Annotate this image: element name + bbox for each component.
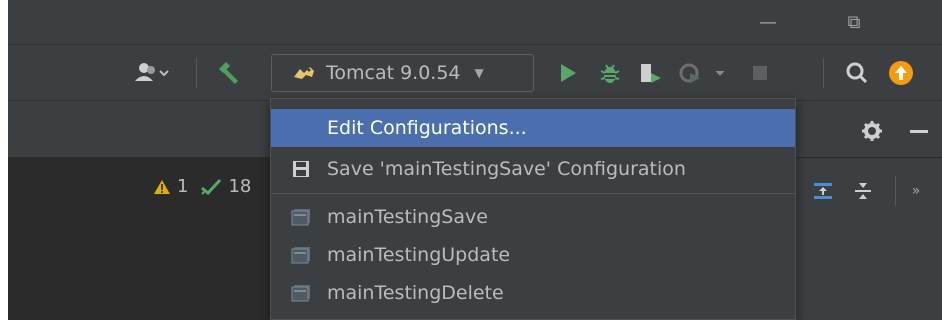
menu-item-main-testing-save[interactable]: mainTestingSave	[271, 198, 795, 236]
menu-item-label: mainTestingSave	[327, 206, 488, 228]
coverage-icon	[641, 64, 661, 83]
application-config-icon	[291, 283, 311, 303]
window-edge	[0, 0, 8, 320]
warning-count: 1	[177, 176, 189, 197]
title-bar: — ⧉	[8, 0, 942, 44]
menu-item-label: Save 'mainTestingSave' Configuration	[327, 158, 686, 180]
chevron-double-right-icon: »	[911, 183, 921, 199]
expand-all-icon	[814, 183, 832, 199]
search-icon	[846, 62, 868, 84]
inspection-widget[interactable]: 1 18	[153, 176, 251, 197]
save-icon	[291, 159, 311, 179]
minimize-icon: —	[759, 11, 777, 33]
side-panel: »	[795, 158, 942, 320]
minimize-panel-icon	[910, 130, 928, 133]
update-icon	[889, 61, 913, 85]
blank-icon	[291, 118, 311, 138]
stop-icon	[753, 66, 767, 80]
application-config-icon	[291, 207, 311, 227]
check-count: 18	[228, 176, 252, 197]
menu-item-edit-configurations[interactable]: Edit Configurations...	[271, 109, 795, 147]
run-button[interactable]	[554, 59, 582, 87]
toolbar-separator	[196, 58, 197, 88]
warning-icon	[154, 179, 170, 194]
debug-icon	[600, 64, 620, 83]
main-toolbar: Tomcat 9.0.54 ▼	[8, 44, 942, 100]
menu-separator	[271, 193, 795, 194]
profile-button[interactable]	[676, 59, 736, 87]
toolbar-separator	[823, 58, 824, 88]
run-configuration-selector[interactable]: Tomcat 9.0.54 ▼	[271, 54, 534, 92]
user-menu-button[interactable]	[130, 59, 174, 87]
gear-icon	[862, 121, 882, 141]
check-icon	[201, 178, 222, 195]
settings-button[interactable]	[858, 117, 886, 145]
expand-all-button[interactable]	[809, 178, 837, 204]
application-config-icon	[291, 245, 311, 265]
search-everywhere-button[interactable]	[842, 59, 872, 87]
hide-button[interactable]	[904, 117, 934, 145]
run-icon	[561, 64, 576, 82]
user-icon	[135, 63, 169, 81]
stop-button[interactable]	[746, 59, 774, 87]
update-button[interactable]	[886, 59, 916, 87]
chevron-down-icon: ▼	[474, 66, 484, 80]
menu-item-label: mainTestingDelete	[327, 282, 504, 304]
panel-separator	[895, 176, 896, 206]
restore-button[interactable]: ⧉	[834, 6, 874, 38]
menu-item-label: mainTestingUpdate	[327, 244, 511, 266]
run-configuration-label: Tomcat 9.0.54	[326, 62, 461, 84]
menu-item-label: Edit Configurations...	[327, 117, 527, 139]
build-hammer-icon	[219, 62, 238, 84]
collapse-all-icon	[855, 183, 871, 199]
profile-icon	[679, 63, 725, 83]
debug-button[interactable]	[596, 59, 624, 87]
collapse-all-button[interactable]	[849, 178, 877, 204]
run-configuration-dropdown: Edit Configurations... Save 'mainTesting…	[270, 98, 796, 320]
menu-item-main-testing-delete[interactable]: mainTestingDelete	[271, 274, 795, 312]
build-button[interactable]	[214, 59, 244, 87]
menu-item-main-testing-update[interactable]: mainTestingUpdate	[271, 236, 795, 274]
coverage-button[interactable]	[636, 59, 666, 87]
more-actions-button[interactable]: »	[905, 178, 927, 204]
menu-item-save-configuration[interactable]: Save 'mainTestingSave' Configuration	[271, 150, 795, 188]
restore-icon: ⧉	[847, 11, 861, 33]
tomcat-icon	[294, 67, 314, 79]
minimize-button[interactable]: —	[748, 6, 788, 38]
